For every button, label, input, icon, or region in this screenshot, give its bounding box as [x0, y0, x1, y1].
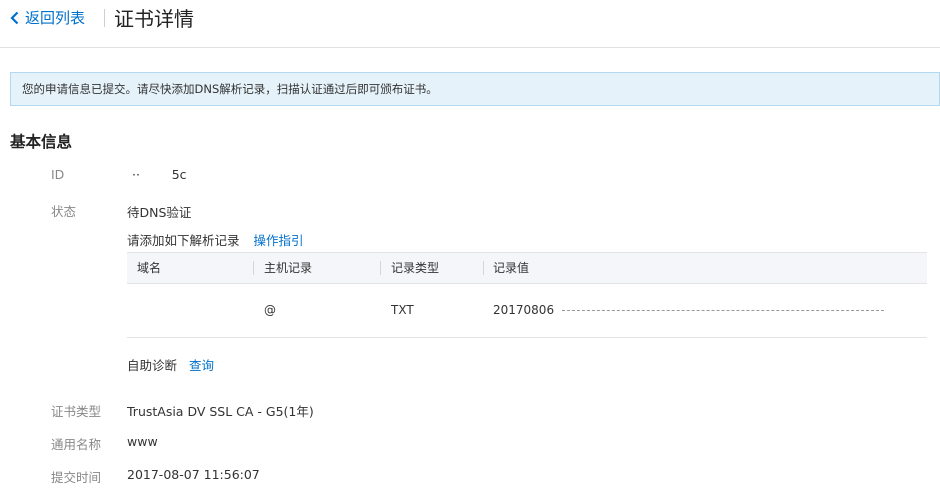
- value-cell[interactable]: 20170806: [483, 284, 885, 337]
- table-header: 域名 主机记录 记录类型 记录值: [127, 252, 927, 284]
- page-title: 证书详情: [114, 7, 194, 31]
- table-row: @ TXT 20170806: [127, 284, 927, 338]
- type-cell: TXT: [391, 303, 414, 317]
- id-label: ID: [51, 167, 65, 182]
- status-value: 待DNS验证: [127, 205, 192, 220]
- common-name-value: www: [127, 434, 158, 449]
- cert-type-value: TrustAsia DV SSL CA - G5(1年): [127, 404, 314, 419]
- self-diagnosis: 自助诊断 查询: [127, 355, 214, 374]
- dns-record-table: 域名 主机记录 记录类型 记录值 @ TXT 20170806: [127, 252, 927, 338]
- dns-hint: 请添加如下解析记录 操作指引: [127, 230, 304, 249]
- domain-cell: [127, 284, 137, 337]
- id-value: ·· 5c: [132, 167, 187, 182]
- host-cell: @: [264, 303, 276, 317]
- column-header-host: 主机记录: [264, 261, 313, 275]
- submit-time-value: 2017-08-07 11:56:07: [127, 467, 260, 482]
- info-notice: 您的申请信息已提交。请尽快添加DNS解析记录，扫描认证通过后即可颁布证书。: [10, 72, 940, 106]
- submit-time-label: 提交时间: [51, 470, 102, 485]
- section-title: 基本信息: [10, 133, 73, 151]
- dns-hint-text: 请添加如下解析记录: [127, 233, 240, 248]
- column-header-value: 记录值: [493, 261, 530, 275]
- query-link[interactable]: 查询: [189, 358, 214, 373]
- chevron-left-icon: [10, 11, 19, 24]
- operation-guide-link[interactable]: 操作指引: [254, 233, 304, 248]
- cert-type-label: 证书类型: [51, 404, 102, 419]
- page-header: 返回列表 证书详情: [0, 0, 940, 48]
- column-header-domain: 域名: [137, 261, 162, 275]
- back-to-list-link[interactable]: 返回列表: [10, 7, 85, 28]
- back-label: 返回列表: [25, 9, 86, 27]
- common-name-label: 通用名称: [51, 437, 102, 452]
- status-label: 状态: [51, 204, 77, 219]
- notice-text: 您的申请信息已提交。请尽快添加DNS解析记录，扫描认证通过后即可颁布证书。: [22, 82, 438, 96]
- column-header-type: 记录类型: [391, 261, 440, 275]
- record-value-text: 20170806: [493, 303, 555, 317]
- self-diagnosis-label: 自助诊断: [127, 358, 178, 373]
- masked-record-value: [562, 310, 885, 311]
- header-divider: [104, 9, 105, 27]
